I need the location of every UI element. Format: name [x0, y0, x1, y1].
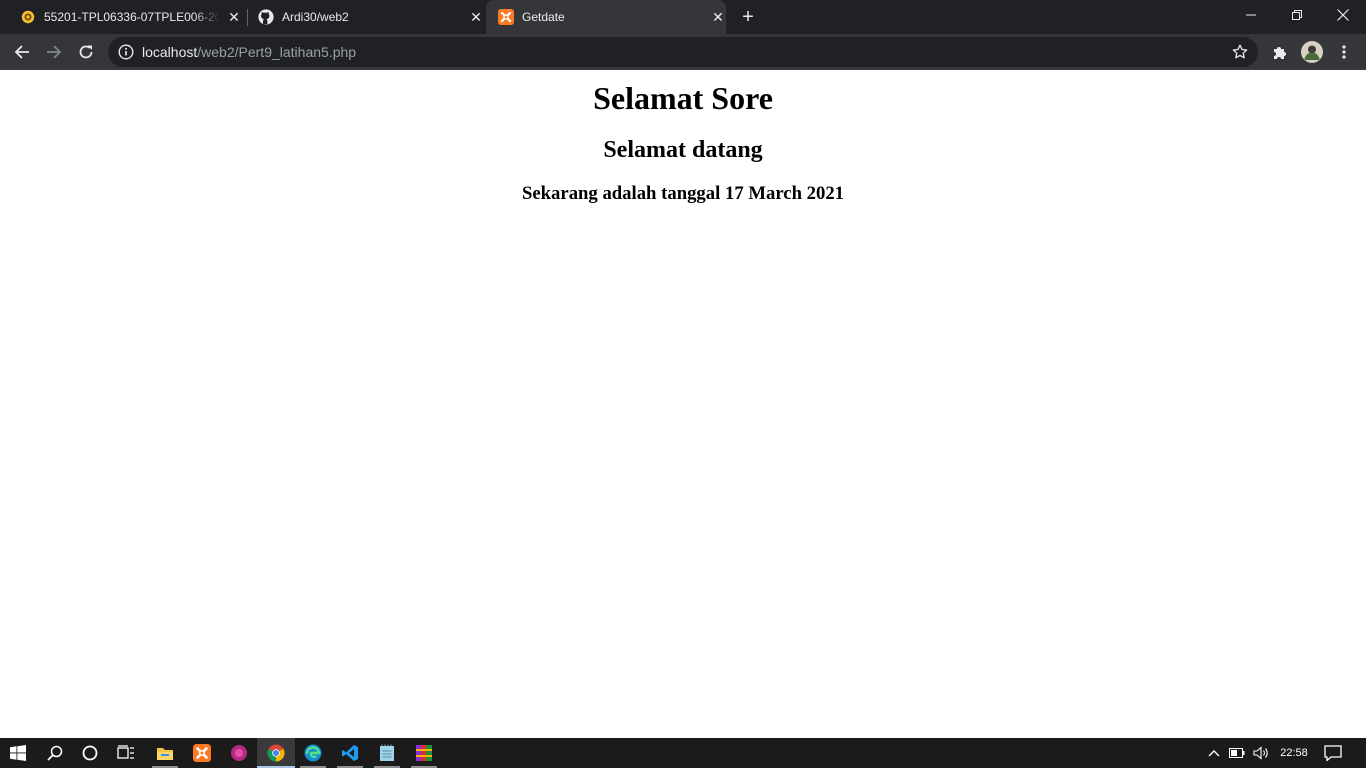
- puzzle-icon: [1274, 47, 1286, 59]
- menu-button[interactable]: [1330, 38, 1358, 66]
- taskbar-notepad[interactable]: [368, 738, 406, 768]
- start-icon: [10, 745, 26, 761]
- address-host: localhost: [142, 44, 198, 60]
- extensions-button[interactable]: [1266, 38, 1294, 66]
- address-path: /web2/Pert9_latihan5.php: [197, 44, 357, 60]
- minimize-button[interactable]: [1228, 0, 1274, 30]
- taskbar: 22:58: [0, 738, 1366, 768]
- reload-icon: [79, 45, 93, 59]
- close-tab-icon[interactable]: ✕: [468, 9, 484, 25]
- address-url: localhost/web2/Pert9_latihan5.php: [142, 44, 356, 60]
- info-icon[interactable]: [118, 44, 134, 60]
- new-tab-button[interactable]: +: [738, 7, 758, 27]
- welcome-heading: Selamat datang: [603, 137, 763, 163]
- app-icon: [231, 745, 247, 761]
- browser-toolbar: localhost/web2/Pert9_latihan5.php: [0, 34, 1366, 70]
- task-view-icon: [117, 745, 134, 759]
- tab-title: 55201-TPL06336-07TPLE006-2021: [44, 10, 220, 24]
- tab-getdate[interactable]: Getdate ✕: [486, 0, 726, 34]
- profile-button[interactable]: [1298, 38, 1326, 66]
- arrow-left-icon: [14, 45, 29, 59]
- restore-icon: [1292, 10, 1302, 20]
- edge-icon: [304, 744, 322, 762]
- task-view-button[interactable]: [107, 738, 145, 768]
- tab-strip: 55201-TPL06336-07TPLE006-2021 ✕ Ardi30/w…: [0, 0, 1366, 34]
- page-content: Selamat Sore Selamat datang Sekarang ada…: [0, 71, 1366, 738]
- tab-title: Getdate: [522, 10, 565, 24]
- chrome-icon: [267, 744, 285, 762]
- close-icon: [1337, 9, 1349, 21]
- taskbar-file-explorer[interactable]: [146, 738, 184, 768]
- restore-button[interactable]: [1274, 0, 1320, 30]
- taskbar-winrar[interactable]: [405, 738, 443, 768]
- close-tab-icon[interactable]: ✕: [710, 9, 726, 25]
- back-button[interactable]: [8, 38, 36, 66]
- tab-github[interactable]: Ardi30/web2 ✕: [252, 0, 484, 34]
- speaker-icon: [1253, 746, 1268, 760]
- close-window-button[interactable]: [1320, 0, 1366, 30]
- cortana-button[interactable]: [71, 738, 109, 768]
- xampp-icon: [193, 744, 211, 762]
- date-heading: Sekarang adalah tanggal 17 March 2021: [521, 183, 845, 204]
- taskbar-edge[interactable]: [294, 738, 332, 768]
- kebab-menu-icon: [1342, 45, 1346, 59]
- search-button[interactable]: [36, 738, 74, 768]
- taskbar-app[interactable]: [220, 738, 258, 768]
- volume-control[interactable]: [1250, 738, 1272, 768]
- battery-icon: [1229, 748, 1245, 758]
- taskbar-xampp[interactable]: [183, 738, 221, 768]
- tab-title: Ardi30/web2: [282, 10, 349, 24]
- search-icon: [47, 745, 63, 761]
- xampp-icon: [498, 9, 514, 25]
- chevron-up-icon: [1208, 750, 1220, 757]
- vscode-icon: [342, 745, 358, 761]
- forward-button[interactable]: [40, 38, 68, 66]
- taskbar-clock[interactable]: 22:58: [1272, 738, 1316, 768]
- minimize-icon: [1246, 14, 1256, 16]
- bookmark-star-icon[interactable]: [1232, 44, 1248, 60]
- start-button[interactable]: [0, 738, 36, 768]
- file-explorer-icon: [157, 748, 173, 760]
- notepad-icon: [380, 744, 394, 761]
- action-center-button[interactable]: [1320, 738, 1346, 768]
- tab-separator: [247, 9, 248, 26]
- tab-elearning[interactable]: 55201-TPL06336-07TPLE006-2021 ✕: [14, 0, 242, 34]
- university-seal-icon: [20, 9, 36, 25]
- show-hidden-icons-button[interactable]: [1204, 738, 1224, 768]
- avatar: [1301, 41, 1323, 63]
- taskbar-chrome[interactable]: [257, 738, 295, 768]
- greeting-heading: Selamat Sore: [593, 80, 773, 116]
- close-tab-icon[interactable]: ✕: [226, 9, 242, 25]
- address-bar[interactable]: localhost/web2/Pert9_latihan5.php: [108, 37, 1258, 67]
- notification-icon: [1324, 745, 1342, 761]
- arrow-right-icon: [47, 45, 62, 59]
- cortana-icon: [82, 745, 98, 761]
- winrar-icon: [416, 745, 432, 761]
- github-icon: [258, 9, 274, 25]
- battery-status[interactable]: [1226, 738, 1248, 768]
- taskbar-vscode[interactable]: [331, 738, 369, 768]
- reload-button[interactable]: [72, 38, 100, 66]
